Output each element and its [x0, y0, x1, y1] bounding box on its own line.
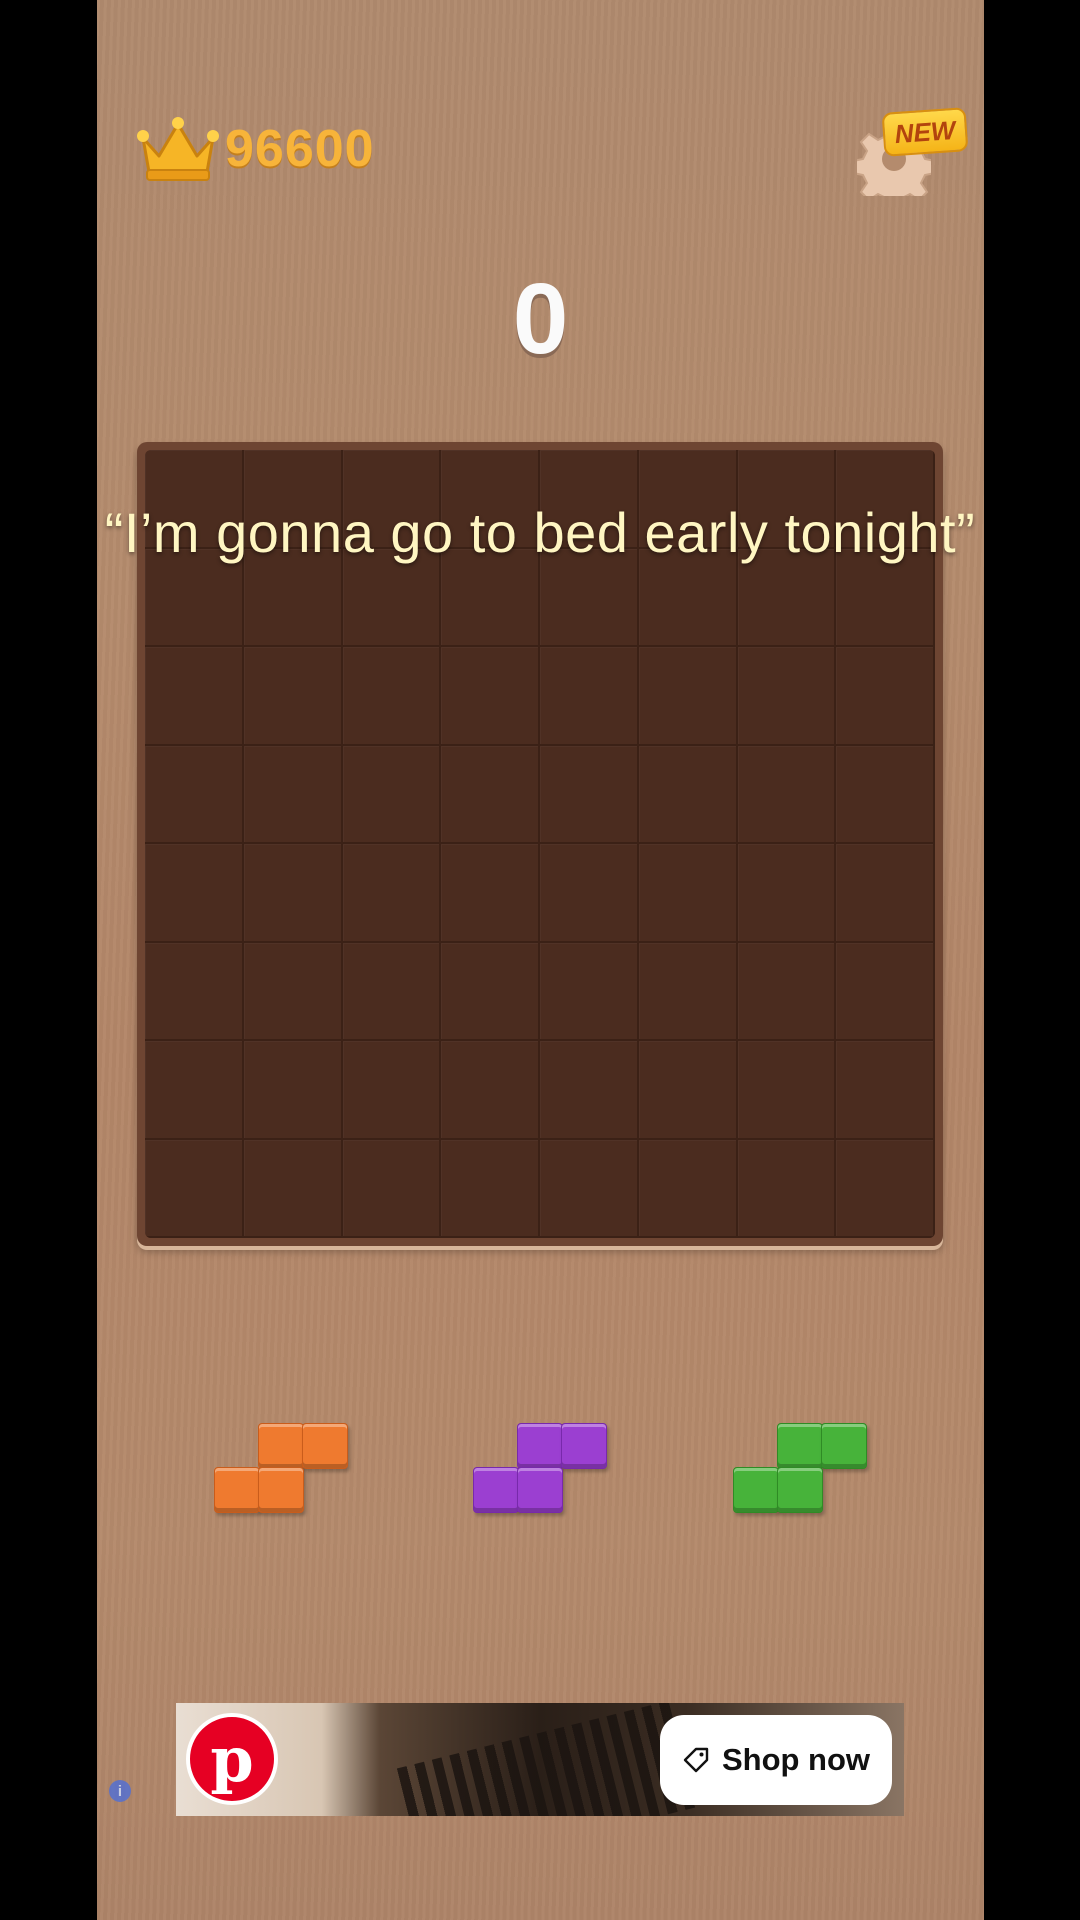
board-cell[interactable] — [243, 647, 343, 746]
shop-now-button[interactable]: Shop now — [660, 1715, 892, 1805]
piece-block — [821, 1423, 867, 1469]
pinterest-icon: p — [186, 1713, 278, 1805]
board-cell[interactable] — [540, 844, 639, 943]
current-score: 0 — [512, 263, 569, 375]
piece-block — [517, 1467, 563, 1513]
board-cell[interactable] — [540, 745, 639, 844]
ad-image — [396, 1703, 696, 1816]
ad-banner[interactable]: p Shop now — [176, 1703, 904, 1816]
piece-orange[interactable] — [214, 1423, 350, 1515]
board-cell[interactable] — [638, 1041, 738, 1140]
board-cell[interactable] — [441, 942, 540, 1041]
board-cell[interactable] — [836, 844, 935, 943]
piece-block — [258, 1423, 304, 1469]
board-cell[interactable] — [836, 745, 935, 844]
board-cell[interactable] — [638, 647, 738, 746]
piece-block — [473, 1467, 519, 1513]
board-cell[interactable] — [145, 1041, 244, 1140]
board-cell[interactable] — [638, 745, 738, 844]
piece-block — [517, 1423, 563, 1469]
board-cell[interactable] — [243, 745, 343, 844]
game-board[interactable] — [145, 450, 935, 1238]
board-cell[interactable] — [145, 745, 244, 844]
best-score-display: 96600 — [135, 116, 375, 182]
piece-block — [733, 1467, 779, 1513]
board-cell[interactable] — [145, 942, 244, 1041]
board-cell[interactable] — [243, 1041, 343, 1140]
board-cell[interactable] — [243, 844, 343, 943]
piece-block — [561, 1423, 607, 1469]
piece-block — [777, 1467, 823, 1513]
game-screen: 96600 NEW 0 p Shop now i — [97, 0, 984, 1920]
board-cell[interactable] — [441, 745, 540, 844]
board-cell[interactable] — [243, 942, 343, 1041]
board-cell[interactable] — [737, 1041, 837, 1140]
piece-block — [777, 1423, 823, 1469]
board-cell[interactable] — [737, 942, 837, 1041]
best-score-value: 96600 — [225, 120, 375, 178]
piece-purple[interactable] — [473, 1423, 609, 1515]
board-cell[interactable] — [836, 647, 935, 746]
board-cell[interactable] — [540, 1139, 639, 1238]
board-cell[interactable] — [737, 844, 837, 943]
shop-now-label: Shop now — [721, 1742, 871, 1777]
video-caption: “I’m gonna go to bed early tonight” — [104, 501, 976, 564]
board-cell[interactable] — [638, 1139, 738, 1238]
board-cell[interactable] — [540, 1041, 639, 1140]
board-cell[interactable] — [638, 844, 738, 943]
tag-icon — [683, 1747, 709, 1773]
board-cell[interactable] — [836, 1041, 935, 1140]
board-cell[interactable] — [342, 844, 442, 943]
board-cell[interactable] — [342, 942, 442, 1041]
piece-block — [258, 1467, 304, 1513]
board-cell[interactable] — [342, 1041, 442, 1140]
piece-green[interactable] — [733, 1423, 869, 1515]
board-cell[interactable] — [145, 844, 244, 943]
board-cell[interactable] — [441, 1041, 540, 1140]
board-cell[interactable] — [441, 647, 540, 746]
board-cell[interactable] — [342, 1139, 442, 1238]
piece-block — [302, 1423, 348, 1469]
new-badge: NEW — [881, 107, 969, 157]
board-cell[interactable] — [243, 1139, 343, 1238]
board-cell[interactable] — [836, 1139, 935, 1238]
board-cell[interactable] — [441, 1139, 540, 1238]
board-cell[interactable] — [342, 745, 442, 844]
board-cell[interactable] — [737, 745, 837, 844]
board-cell[interactable] — [342, 647, 442, 746]
crown-icon — [137, 117, 219, 181]
ad-info-icon[interactable]: i — [109, 1780, 131, 1802]
board-cell[interactable] — [638, 942, 738, 1041]
board-cell[interactable] — [145, 647, 244, 746]
board-cell[interactable] — [836, 942, 935, 1041]
board-cell[interactable] — [145, 1139, 244, 1238]
settings-button[interactable]: NEW — [857, 107, 969, 200]
board-cell[interactable] — [540, 647, 639, 746]
board-cell[interactable] — [540, 942, 639, 1041]
board-cell[interactable] — [441, 844, 540, 943]
piece-block — [214, 1467, 260, 1513]
board-cell[interactable] — [737, 1139, 837, 1238]
board-cell[interactable] — [737, 647, 837, 746]
